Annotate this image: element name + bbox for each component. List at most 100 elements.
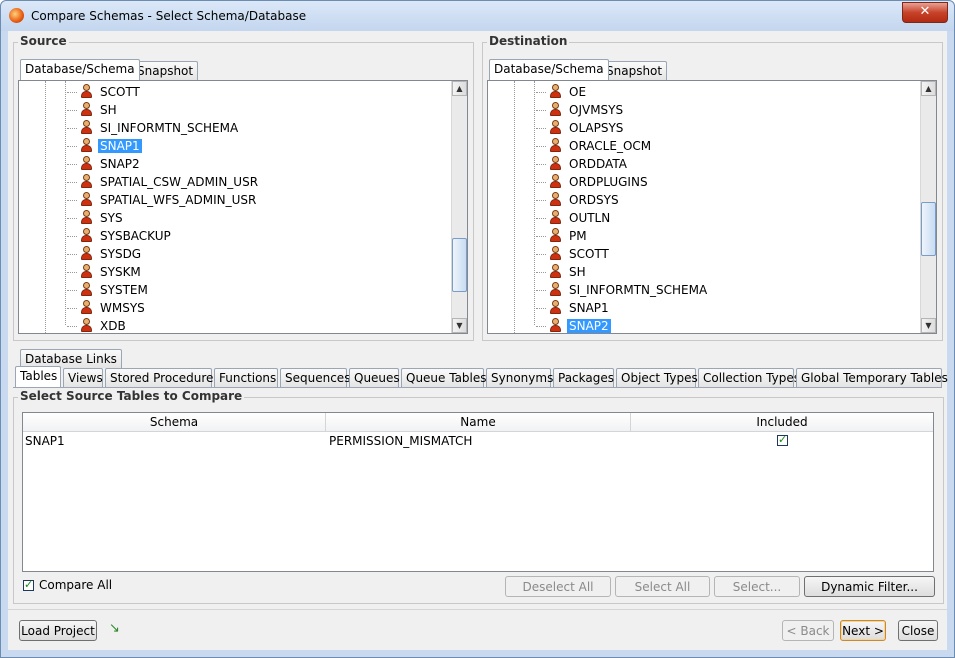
- window-close-button[interactable]: ✕: [902, 2, 948, 23]
- tree-guide-line: [65, 81, 66, 325]
- destination-group-label: Destination: [487, 34, 570, 48]
- tree-item[interactable]: SI_INFORMTN_SCHEMA: [549, 281, 709, 299]
- tree-item[interactable]: ORDDATA: [549, 155, 629, 173]
- tree-item[interactable]: SYSBACKUP: [80, 227, 173, 245]
- tree-item[interactable]: SCOTT: [80, 83, 142, 101]
- tree-item[interactable]: SYSTEM: [80, 281, 150, 299]
- scroll-down-arrow-icon[interactable]: ▼: [452, 318, 467, 333]
- deselect-all-button[interactable]: Deselect All: [505, 576, 611, 597]
- table-row[interactable]: SNAP1 PERMISSION_MISMATCH: [23, 433, 933, 449]
- tree-item[interactable]: OUTLN: [549, 209, 612, 227]
- tab-synonyms[interactable]: Synonyms: [486, 368, 553, 387]
- source-tab-database-schema[interactable]: Database/Schema: [20, 59, 140, 80]
- schema-user-icon: [549, 300, 561, 314]
- back-button[interactable]: < Back: [782, 620, 834, 641]
- schema-user-icon: [80, 264, 92, 278]
- scroll-up-arrow-icon[interactable]: ▲: [921, 81, 936, 96]
- app-icon: [9, 8, 24, 23]
- destination-scroll-thumb[interactable]: [921, 202, 936, 256]
- tab-packages[interactable]: Packages: [553, 368, 614, 387]
- tab-views[interactable]: Views: [63, 368, 103, 387]
- footer-divider: [8, 609, 947, 610]
- tree-item[interactable]: SCOTT: [549, 245, 611, 263]
- schema-user-icon: [80, 300, 92, 314]
- tree-item-label: OE: [569, 85, 587, 99]
- tree-item[interactable]: PM: [549, 227, 589, 245]
- schema-user-icon: [80, 84, 92, 98]
- title-bar[interactable]: Compare Schemas - Select Schema/Database…: [1, 1, 954, 31]
- tree-item[interactable]: SH: [549, 263, 588, 281]
- tree-item[interactable]: ORDSYS: [549, 191, 621, 209]
- tree-item[interactable]: ORACLE_OCM: [549, 137, 653, 155]
- scroll-down-arrow-icon[interactable]: ▼: [921, 318, 936, 333]
- tree-item[interactable]: SPATIAL_CSW_ADMIN_USR: [80, 173, 260, 191]
- tree-item[interactable]: OJVMSYS: [549, 101, 625, 119]
- tab-collection-types[interactable]: Collection Types: [698, 368, 800, 387]
- tree-item-label: OUTLN: [569, 211, 611, 225]
- source-tab-snapshot[interactable]: Snapshot: [132, 61, 199, 80]
- tree-item-label: SH: [569, 265, 586, 279]
- load-project-button[interactable]: Load Project: [19, 620, 97, 641]
- tab-stored-procedures[interactable]: Stored Procedures: [105, 368, 220, 387]
- schema-user-icon: [80, 228, 92, 242]
- tree-item[interactable]: SH: [80, 101, 119, 119]
- tree-item-label: SYS: [100, 211, 123, 225]
- destination-tab-database-schema[interactable]: Database/Schema: [489, 59, 609, 80]
- tree-item-label: SNAP1: [98, 139, 142, 153]
- tree-item[interactable]: SYSKM: [80, 263, 143, 281]
- source-schema-tree[interactable]: SCOTT SH SI_INFORMTN_SCHEMA SNAP1 SNAP2 SPATI…: [18, 80, 468, 334]
- tab-global-temporary-tables[interactable]: Global Temporary Tables: [796, 368, 948, 387]
- tree-item[interactable]: SYS: [80, 209, 125, 227]
- tree-item[interactable]: SNAP1: [80, 137, 142, 155]
- tab-queues[interactable]: Queues: [349, 368, 400, 387]
- tree-item[interactable]: XDB: [80, 317, 128, 333]
- next-button[interactable]: Next >: [840, 620, 886, 641]
- tree-item[interactable]: SNAP2: [80, 155, 142, 173]
- schema-user-icon: [80, 282, 92, 296]
- column-header-included[interactable]: Included: [631, 413, 933, 432]
- tab-functions[interactable]: Functions: [214, 368, 278, 387]
- tree-guide-line: [514, 81, 515, 333]
- tree-connector: [67, 200, 77, 201]
- tree-item[interactable]: SNAP2: [549, 317, 611, 333]
- destination-tab-snapshot[interactable]: Snapshot: [601, 61, 668, 80]
- tree-item-label: PM: [569, 229, 587, 243]
- source-group: Source Database/Schema Snapshot SCOTT SH S…: [13, 34, 474, 341]
- tree-item[interactable]: OE: [549, 83, 588, 101]
- column-header-schema[interactable]: Schema: [23, 413, 326, 432]
- tree-item-label: XDB: [100, 319, 126, 333]
- tree-connector: [67, 92, 77, 93]
- tree-item-label: ORDDATA: [569, 157, 627, 171]
- tree-connector: [536, 146, 546, 147]
- dynamic-filter-button[interactable]: Dynamic Filter...: [804, 576, 935, 597]
- scroll-up-arrow-icon[interactable]: ▲: [452, 81, 467, 96]
- close-button[interactable]: Close: [898, 620, 938, 641]
- tab-object-types[interactable]: Object Types: [616, 368, 698, 387]
- schema-user-icon: [80, 246, 92, 260]
- tree-item[interactable]: SPATIAL_WFS_ADMIN_USR: [80, 191, 258, 209]
- compare-all-checkbox[interactable]: [23, 578, 34, 591]
- destination-schema-tree[interactable]: OE OJVMSYS OLAPSYS ORACLE_OCM ORDDATA ORDPLUG…: [487, 80, 937, 334]
- window-title: Compare Schemas - Select Schema/Database: [31, 9, 307, 23]
- select-button[interactable]: Select...: [714, 576, 800, 597]
- destination-tree-scrollbar[interactable]: ▲ ▼: [920, 81, 936, 333]
- tree-item[interactable]: SYSDG: [80, 245, 143, 263]
- tab-queue-tables[interactable]: Queue Tables: [401, 368, 487, 387]
- source-scroll-thumb[interactable]: [452, 238, 467, 292]
- source-tree-scrollbar[interactable]: ▲ ▼: [451, 81, 467, 333]
- tree-item[interactable]: SNAP1: [549, 299, 611, 317]
- tab-sequences[interactable]: Sequences: [280, 368, 350, 387]
- cell-included-checkbox[interactable]: [777, 433, 788, 446]
- column-header-name[interactable]: Name: [326, 413, 631, 432]
- tree-item[interactable]: ORDPLUGINS: [549, 173, 650, 191]
- tree-connector: [67, 182, 77, 183]
- tree-connector: [536, 164, 546, 165]
- tree-item[interactable]: WMSYS: [80, 299, 147, 317]
- tree-item[interactable]: SI_INFORMTN_SCHEMA: [80, 119, 240, 137]
- tab-tables[interactable]: Tables: [15, 366, 61, 387]
- arrow-down-icon[interactable]: ↘: [109, 621, 120, 636]
- tree-item[interactable]: OLAPSYS: [549, 119, 625, 137]
- compare-all-label[interactable]: Compare All: [39, 578, 112, 592]
- tree-item-label: SI_INFORMTN_SCHEMA: [100, 121, 239, 135]
- select-all-button[interactable]: Select All: [615, 576, 710, 597]
